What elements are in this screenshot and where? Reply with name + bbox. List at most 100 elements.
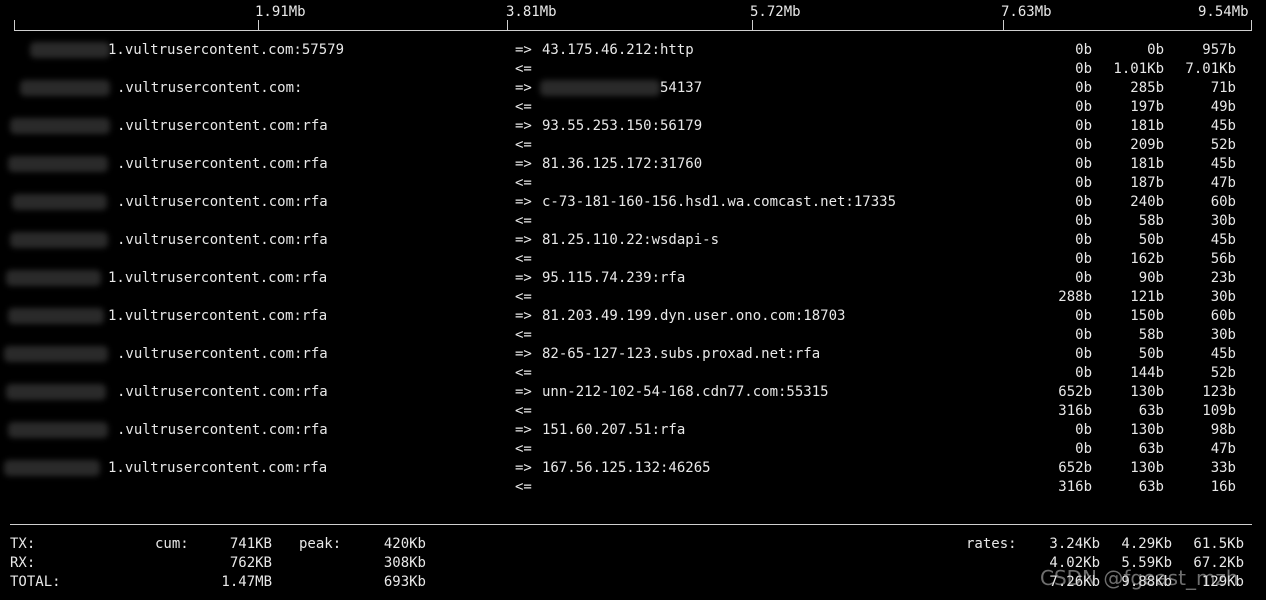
direction-out: => (515, 384, 532, 400)
rx-rate-10s: 63b (1138, 441, 1164, 457)
rx-rate-10s: 144b (1130, 365, 1164, 381)
tx-rate-40s: 33b (1210, 460, 1236, 476)
tx-rate-2s: 0b (1075, 42, 1092, 58)
rx-rate-10s: 187b (1130, 175, 1164, 191)
tx-rate-40s: 45b (1210, 346, 1236, 362)
rx-rate-40s: 109b (1202, 403, 1236, 419)
local-host: 1.vultrusercontent.com:rfa (108, 460, 328, 476)
tx-rate-2s: 0b (1075, 422, 1092, 438)
scale-tick (507, 20, 508, 31)
tx-rate-10s: 0b (1147, 42, 1164, 58)
tx-rate-40s: 98b (1210, 422, 1236, 438)
direction-out: => (515, 460, 532, 476)
remote-host: 82-65-127-123.subs.proxad.net:rfa (542, 346, 821, 362)
rx-rate-10s: 197b (1130, 99, 1164, 115)
direction-in: <= (515, 403, 532, 419)
tx-label: TX: (10, 536, 36, 552)
rx-rate-10s: 209b (1130, 137, 1164, 153)
rx-rate-10s: 162b (1130, 251, 1164, 267)
rx-rate-40s: 16b (1210, 479, 1236, 495)
direction-out: => (515, 308, 532, 324)
direction-in: <= (515, 213, 532, 229)
tx-rate-2s: 652b (1058, 460, 1092, 476)
direction-out: => (515, 194, 532, 210)
local-host: .vultrusercontent.com:rfa (117, 346, 328, 362)
scale-axis (14, 30, 1252, 31)
tx-rate-10s: 4.29Kb (1121, 536, 1172, 552)
rx-label: RX: (10, 555, 36, 571)
rx-rate-2s: 288b (1058, 289, 1092, 305)
rx-rate-40s: 56b (1210, 251, 1236, 267)
tx-rate-2s: 0b (1075, 308, 1092, 324)
remote-host: 81.36.125.172:31760 (542, 156, 703, 172)
cum-label: cum: (155, 536, 189, 552)
rx-rate-10s: 1.01Kb (1113, 61, 1164, 77)
remote-host: 93.55.253.150:56179 (542, 118, 703, 134)
rx-rate-2s: 0b (1075, 441, 1092, 457)
rx-rate-2s: 316b (1058, 403, 1092, 419)
rx-rate-2s: 0b (1075, 175, 1092, 191)
rx-rate-40s: 52b (1210, 137, 1236, 153)
rx-rate-40s: 47b (1210, 175, 1236, 191)
rx-rate-40s: 49b (1210, 99, 1236, 115)
rx-rate-2s: 0b (1075, 327, 1092, 343)
scale-label: 9.54Mb (1198, 4, 1249, 20)
total-peak: 693Kb (383, 574, 426, 590)
scale-tick (1251, 20, 1252, 31)
redacted-hostname (4, 460, 100, 476)
tx-rate-2s: 0b (1075, 346, 1092, 362)
rx-rate-2s: 0b (1075, 61, 1092, 77)
scale-tick (14, 20, 15, 31)
tx-rate-10s: 50b (1138, 346, 1164, 362)
rx-rate-40s: 30b (1210, 289, 1236, 305)
redacted-hostname (30, 42, 110, 58)
scale-tick (1003, 20, 1004, 31)
scale-label: 7.63Mb (1001, 4, 1052, 20)
remote-host: 151.60.207.51:rfa (542, 422, 686, 438)
rx-rate-2s: 0b (1075, 99, 1092, 115)
tx-rate-10s: 240b (1130, 194, 1164, 210)
tx-rate-10s: 181b (1130, 118, 1164, 134)
local-host: 1.vultrusercontent.com:rfa (108, 270, 328, 286)
rx-rate-40s: 30b (1210, 327, 1236, 343)
redacted-hostname (8, 156, 108, 172)
remote-host: 81.203.49.199.dyn.user.ono.com:18703 (542, 308, 846, 324)
remote-host: 54137 (660, 80, 703, 96)
local-host: 1.vultrusercontent.com:57579 (108, 42, 345, 58)
tx-rate-2s: 652b (1058, 384, 1092, 400)
remote-host: 167.56.125.132:46265 (542, 460, 711, 476)
redacted-hostname (6, 270, 101, 286)
tx-rate-2s: 0b (1075, 232, 1092, 248)
local-host: .vultrusercontent.com: (117, 80, 303, 96)
remote-host: 81.25.110.22:wsdapi-s (542, 232, 720, 248)
direction-in: <= (515, 441, 532, 457)
tx-rate-10s: 150b (1130, 308, 1164, 324)
tx-rate-40s: 45b (1210, 156, 1236, 172)
local-host: .vultrusercontent.com:rfa (117, 232, 328, 248)
rx-rate-40s: 47b (1210, 441, 1236, 457)
rx-rate-2s: 0b (1075, 251, 1092, 267)
remote-host: c-73-181-160-156.hsd1.wa.comcast.net:173… (542, 194, 897, 210)
local-host: .vultrusercontent.com:rfa (117, 384, 328, 400)
redacted-hostname (6, 384, 106, 400)
tx-rate-40s: 45b (1210, 118, 1236, 134)
tx-rate-40s: 60b (1210, 308, 1236, 324)
tx-rate-2s: 0b (1075, 270, 1092, 286)
tx-rate-40s: 957b (1202, 42, 1236, 58)
tx-cum: 741KB (229, 536, 272, 552)
tx-rate-2s: 3.24Kb (1049, 536, 1100, 552)
tx-rate-2s: 0b (1075, 80, 1092, 96)
rx-rate-10s: 58b (1138, 213, 1164, 229)
direction-out: => (515, 422, 532, 438)
total-label: TOTAL: (10, 574, 61, 590)
redacted-hostname (10, 118, 110, 134)
tx-rate-40s: 60b (1210, 194, 1236, 210)
tx-rate-10s: 181b (1130, 156, 1164, 172)
direction-in: <= (515, 365, 532, 381)
remote-host: 43.175.46.212:http (542, 42, 694, 58)
rates-label: rates: (966, 536, 1017, 552)
scale-label: 5.72Mb (750, 4, 801, 20)
direction-out: => (515, 42, 532, 58)
rx-rate-40s: 30b (1210, 213, 1236, 229)
tx-rate-40s: 123b (1202, 384, 1236, 400)
